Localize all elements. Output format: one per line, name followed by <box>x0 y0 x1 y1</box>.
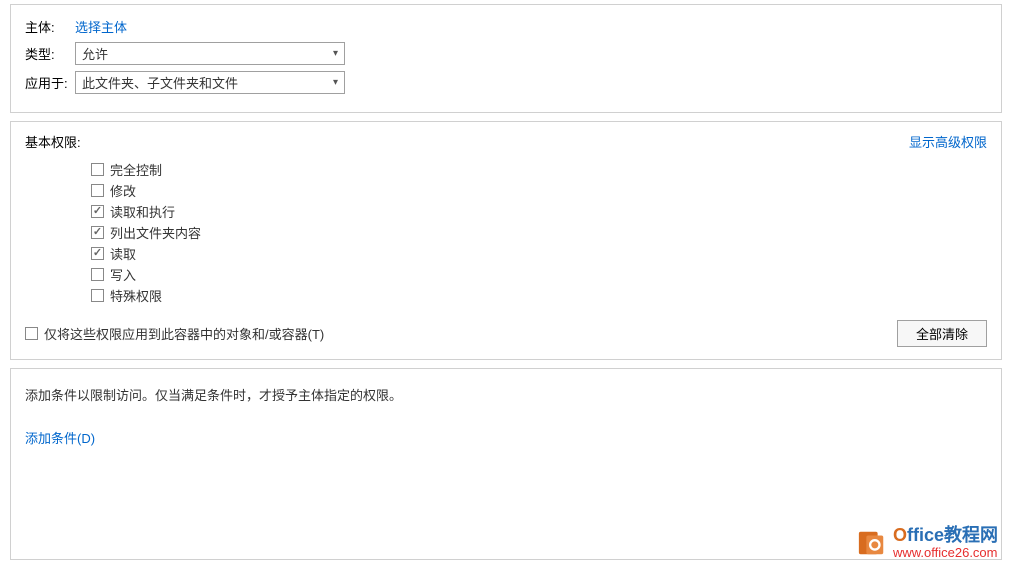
type-label: 类型: <box>25 44 75 63</box>
permissions-title: 基本权限: <box>25 132 81 151</box>
watermark: Office教程网 www.office26.com <box>857 526 998 560</box>
apply-only-checkbox[interactable] <box>25 327 38 340</box>
add-condition-link[interactable]: 添加条件(D) <box>25 431 95 446</box>
permission-item: 完全控制 <box>91 159 987 180</box>
permission-checkbox[interactable] <box>91 226 104 239</box>
permission-label: 特殊权限 <box>110 286 162 305</box>
conditions-panel: 添加条件以限制访问。仅当满足条件时，才授予主体指定的权限。 添加条件(D) <box>10 368 1002 560</box>
chevron-down-icon: ▾ <box>333 77 338 88</box>
permission-checkbox[interactable] <box>91 289 104 302</box>
permissions-panel: 基本权限: 显示高级权限 完全控制 修改 读取和执行 列出文件夹内容 读取 写入 <box>10 121 1002 360</box>
clear-all-button[interactable]: 全部清除 <box>897 320 987 347</box>
permission-checkbox[interactable] <box>91 247 104 260</box>
type-select[interactable]: 允许 ▾ <box>75 42 345 65</box>
apply-only-label: 仅将这些权限应用到此容器中的对象和/或容器(T) <box>44 324 324 343</box>
applies-to-select-value: 此文件夹、子文件夹和文件 <box>82 73 238 92</box>
watermark-title-rest: ffice教程网 <box>907 525 998 545</box>
permission-item: 读取 <box>91 243 987 264</box>
select-principal-link[interactable]: 选择主体 <box>75 17 127 36</box>
permission-item: 特殊权限 <box>91 285 987 306</box>
conditions-description: 添加条件以限制访问。仅当满足条件时，才授予主体指定的权限。 <box>25 385 987 404</box>
applies-to-label: 应用于: <box>25 73 75 92</box>
permission-checkbox[interactable] <box>91 184 104 197</box>
permission-item: 写入 <box>91 264 987 285</box>
principal-row: 主体: 选择主体 <box>25 17 987 36</box>
applies-to-row: 应用于: 此文件夹、子文件夹和文件 ▾ <box>25 71 987 94</box>
permission-item: 列出文件夹内容 <box>91 222 987 243</box>
permissions-list: 完全控制 修改 读取和执行 列出文件夹内容 读取 写入 特殊权限 <box>91 159 987 306</box>
applies-to-select[interactable]: 此文件夹、子文件夹和文件 ▾ <box>75 71 345 94</box>
permission-checkbox[interactable] <box>91 268 104 281</box>
permission-label: 读取 <box>110 244 136 263</box>
watermark-title: Office教程网 <box>893 526 998 546</box>
permission-label: 修改 <box>110 181 136 200</box>
office-logo-icon <box>857 528 887 558</box>
permission-item: 读取和执行 <box>91 201 987 222</box>
watermark-url: www.office26.com <box>893 546 998 560</box>
permission-checkbox[interactable] <box>91 205 104 218</box>
advanced-permissions-link[interactable]: 显示高级权限 <box>909 132 987 151</box>
permission-label: 完全控制 <box>110 160 162 179</box>
watermark-title-o: O <box>893 525 907 545</box>
apply-only-container: 仅将这些权限应用到此容器中的对象和/或容器(T) <box>25 324 324 343</box>
principal-label: 主体: <box>25 17 75 36</box>
principal-panel: 主体: 选择主体 类型: 允许 ▾ 应用于: 此文件夹、子文件夹和文件 ▾ <box>10 4 1002 113</box>
permission-checkbox[interactable] <box>91 163 104 176</box>
chevron-down-icon: ▾ <box>333 48 338 59</box>
type-row: 类型: 允许 ▾ <box>25 42 987 65</box>
permissions-header: 基本权限: 显示高级权限 <box>25 132 987 151</box>
permission-item: 修改 <box>91 180 987 201</box>
permission-label: 列出文件夹内容 <box>110 223 201 242</box>
permission-label: 写入 <box>110 265 136 284</box>
type-select-value: 允许 <box>82 44 108 63</box>
permission-label: 读取和执行 <box>110 202 175 221</box>
watermark-text: Office教程网 www.office26.com <box>893 526 998 560</box>
permissions-bottom-row: 仅将这些权限应用到此容器中的对象和/或容器(T) 全部清除 <box>25 320 987 347</box>
